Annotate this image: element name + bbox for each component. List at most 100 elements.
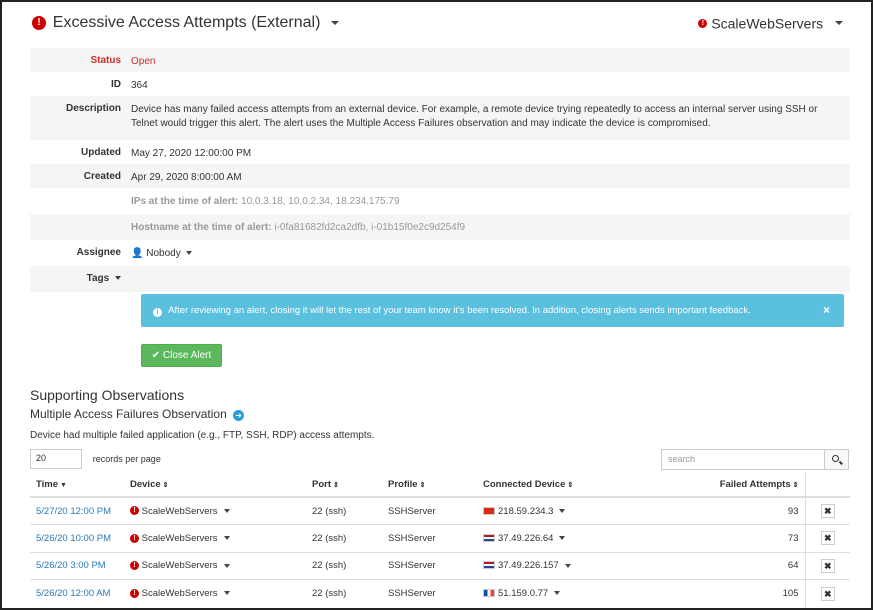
table-header-row: Time ▼ Device ⇕ Port ⇕ Profile ⇕ Connected D… <box>30 473 850 498</box>
site-caret-icon[interactable] <box>835 21 843 26</box>
cell-device[interactable]: ! ScaleWebServers <box>124 524 306 552</box>
cell-time[interactable]: 5/27/20 12:00 PM <box>30 496 124 525</box>
info-icon: i <box>153 308 162 317</box>
site-name[interactable]: ScaleWebServers <box>711 15 823 31</box>
cell-dismiss: ✖ <box>804 496 850 525</box>
connected-ip[interactable]: 37.49.226.157 <box>498 560 559 571</box>
cell-dismiss: ✖ <box>804 551 850 580</box>
page-title[interactable]: Excessive Access Attempts (External) <box>53 14 321 31</box>
observation-title-text[interactable]: Multiple Access Failures Observation <box>30 407 227 421</box>
site-selector[interactable]: ! ScaleWebServers <box>698 14 843 31</box>
device-name[interactable]: ScaleWebServers <box>142 588 218 599</box>
records-per-page-input[interactable]: 20 <box>30 449 82 469</box>
observation-description: Device had multiple failed application (… <box>30 430 375 441</box>
dismiss-row-button[interactable]: ✖ <box>820 586 835 601</box>
dismiss-row-button[interactable]: ✖ <box>820 558 835 573</box>
time-link[interactable]: 5/27/20 12:00 PM <box>36 506 111 517</box>
table-row: 5/26/20 10:00 PM ! ScaleWebServers 22 (ssh… <box>30 524 850 552</box>
search-icon <box>832 455 839 462</box>
page-header: ! Excessive Access Attempts (External) !… <box>32 14 843 38</box>
device-alert-icon: ! <box>130 588 139 598</box>
cell-device[interactable]: ! ScaleWebServers <box>124 579 306 607</box>
tags-caret-icon[interactable] <box>115 276 121 281</box>
assignee-dropdown[interactable]: 👤 Nobody <box>131 247 850 261</box>
connected-caret-icon[interactable] <box>559 536 566 541</box>
cell-connected-device[interactable]: 51.159.0.77 <box>477 579 607 607</box>
cell-port: 22 (ssh) <box>306 551 382 580</box>
id-value: 364 <box>131 80 148 91</box>
cell-time[interactable]: 5/26/20 12:00 AM <box>30 579 124 607</box>
info-alert-box: i After reviewing an alert, closing it w… <box>141 294 844 327</box>
device-alert-icon: ! <box>130 561 139 571</box>
device-caret-icon[interactable] <box>223 536 230 541</box>
connected-ip[interactable]: 51.159.0.77 <box>498 588 548 599</box>
detail-row-updated: Updated May 27, 2020 12:00:00 PM <box>30 140 850 164</box>
created-label: Created <box>83 171 121 182</box>
arrow-circle-right-icon[interactable]: ➜ <box>233 410 245 421</box>
connected-caret-icon[interactable] <box>564 563 571 568</box>
column-header-device[interactable]: Device ⇕ <box>124 473 306 498</box>
hostname-value: i-0fa81682fd2ca2dfb, i-01b15f0e2c9d254f9 <box>274 222 466 233</box>
tags-dropdown[interactable]: Tags <box>30 273 131 284</box>
user-icon: 👤 <box>131 248 144 259</box>
close-icon[interactable]: × <box>823 303 830 317</box>
assignee-caret-icon[interactable] <box>186 251 193 256</box>
column-header-port[interactable]: Port ⇕ <box>306 473 382 498</box>
cell-profile: SSHServer <box>382 579 477 607</box>
hostname-label: Hostname at the time of alert: <box>131 222 272 233</box>
connected-ip[interactable]: 37.49.226.64 <box>498 533 553 544</box>
close-alert-button[interactable]: ✔ Close Alert <box>141 344 222 367</box>
device-caret-icon[interactable] <box>223 591 230 596</box>
connected-caret-icon[interactable] <box>554 591 561 596</box>
assignee-label: Assignee <box>76 247 121 258</box>
description-label: Description <box>65 103 121 114</box>
description-value: Device has many failed access attempts f… <box>131 104 818 129</box>
observation-title: Multiple Access Failures Observation ➜ <box>30 407 245 421</box>
tags-label[interactable]: Tags <box>87 273 110 284</box>
time-link[interactable]: 5/26/20 12:00 AM <box>36 588 110 599</box>
ips-value: 10.0.3.18, 10.0.2.34, 18.234.175.79 <box>241 196 400 207</box>
cell-port: 22 (ssh) <box>306 524 382 552</box>
column-header-failed-attempts[interactable]: Failed Attempts ⇕ <box>607 473 805 498</box>
cell-connected-device[interactable]: 37.49.226.64 <box>477 524 607 552</box>
site-alert-icon: ! <box>698 18 708 28</box>
table-row: 5/27/20 12:00 PM! ScaleWebServers 22 (ssh… <box>30 496 850 525</box>
flag-icon <box>483 533 495 542</box>
column-header-profile[interactable]: Profile ⇕ <box>382 473 477 498</box>
cell-time[interactable]: 5/26/20 3:00 PM <box>30 551 124 580</box>
time-link[interactable]: 5/26/20 10:00 PM <box>36 533 111 544</box>
flag-icon <box>483 561 495 570</box>
connected-caret-icon[interactable] <box>559 508 566 513</box>
dismiss-row-button[interactable]: ✖ <box>820 504 835 518</box>
device-name[interactable]: ScaleWebServers <box>142 506 218 517</box>
device-name[interactable]: ScaleWebServers <box>142 560 218 571</box>
created-value: Apr 29, 2020 8:00:00 AM <box>131 172 242 183</box>
connected-ip[interactable]: 218.59.234.3 <box>498 506 553 517</box>
search-box: search <box>661 449 849 470</box>
time-link[interactable]: 5/26/20 3:00 PM <box>36 560 106 571</box>
detail-row-description: Description Device has many failed acces… <box>30 96 850 140</box>
column-header-connected-device[interactable]: Connected Device ⇕ <box>477 473 607 498</box>
device-caret-icon[interactable] <box>223 563 230 568</box>
dismiss-row-button[interactable]: ✖ <box>820 531 835 546</box>
detail-row-id: ID 364 <box>30 72 850 96</box>
records-per-page: 20 records per page <box>30 449 161 469</box>
cell-failed-attempts: 93 <box>607 496 805 525</box>
cell-device[interactable]: ! ScaleWebServers <box>124 496 306 525</box>
alert-exclamation-icon: ! <box>32 16 46 30</box>
cell-connected-device[interactable]: 218.59.234.3 <box>477 496 607 525</box>
sort-icon: ⇕ <box>162 482 169 489</box>
assignee-value[interactable]: Nobody <box>146 248 180 259</box>
search-button[interactable] <box>825 449 849 470</box>
title-caret-icon[interactable] <box>331 21 340 25</box>
cell-time[interactable]: 5/26/20 10:00 PM <box>30 524 124 552</box>
alert-detail-page: ! Excessive Access Attempts (External) !… <box>0 0 873 610</box>
device-name[interactable]: ScaleWebServers <box>142 533 218 544</box>
detail-row-status: Status Open <box>30 48 850 72</box>
column-header-time[interactable]: Time ▼ <box>30 473 124 498</box>
cell-connected-device[interactable]: 37.49.226.157 <box>477 551 607 580</box>
cell-device[interactable]: ! ScaleWebServers <box>124 551 306 580</box>
search-input[interactable]: search <box>661 449 825 470</box>
device-caret-icon[interactable] <box>223 508 230 513</box>
table-row: 5/26/20 12:00 AM! ScaleWebServers 22 (ssh… <box>30 579 850 607</box>
